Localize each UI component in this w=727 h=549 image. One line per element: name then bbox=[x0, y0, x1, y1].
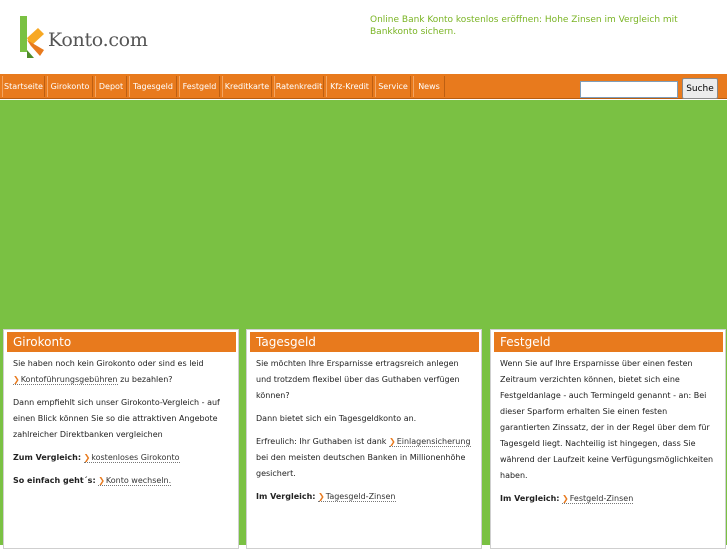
row-label: So einfach geht´s: bbox=[13, 476, 96, 485]
header-tagline: Online Bank Konto kostenlos eröffnen: Ho… bbox=[370, 15, 678, 37]
nav-item-news[interactable]: News bbox=[413, 76, 445, 97]
card-title: Tagesgeld bbox=[250, 332, 479, 352]
nav-item-festgeld[interactable]: Festgeld bbox=[179, 76, 220, 97]
link-festgeld-zinsen[interactable]: ❯Festgeld-Zinsen bbox=[562, 494, 634, 504]
header: Konto.com Online Bank Konto kostenlos er… bbox=[0, 0, 727, 74]
card-girokonto: Girokonto Sie haben noch kein Girokonto … bbox=[3, 329, 239, 549]
card-body: Sie möchten Ihre Ersparnisse ertragsreic… bbox=[256, 356, 474, 512]
logo-k-icon bbox=[20, 16, 44, 58]
card-link-row: Im Vergleich: ❯Tagesgeld-Zinsen bbox=[256, 489, 474, 505]
search-input[interactable] bbox=[580, 81, 678, 98]
card-link-row: Zum Vergleich: ❯kostenloses Girokonto bbox=[13, 450, 231, 466]
arrow-icon: ❯ bbox=[388, 437, 396, 446]
link-text: Kontoführungsgebühren bbox=[20, 375, 118, 384]
card-festgeld: Festgeld Wenn Sie auf Ihre Ersparnisse ü… bbox=[490, 329, 726, 549]
arrow-icon: ❯ bbox=[318, 492, 325, 501]
link-text: Konto wechseln. bbox=[105, 476, 172, 485]
card-paragraph: Sie haben noch kein Girokonto oder sind … bbox=[13, 356, 231, 388]
nav-item-kreditkarte[interactable]: Kreditkarte bbox=[222, 76, 272, 97]
search-button[interactable]: Suche bbox=[682, 78, 718, 99]
link-einlagensicherung[interactable]: ❯Einlagensicherung bbox=[388, 437, 471, 447]
arrow-icon: ❯ bbox=[98, 476, 105, 485]
card-title: Girokonto bbox=[7, 332, 236, 352]
paragraph-text: zu bezahlen? bbox=[120, 375, 173, 384]
link-text: Festgeld-Zinsen bbox=[569, 494, 634, 503]
paragraph-text: bei den meisten deutschen Banken in Mill… bbox=[256, 453, 466, 478]
link-konto-wechseln[interactable]: ❯Konto wechseln. bbox=[98, 476, 172, 486]
link-tagesgeld-zinsen[interactable]: ❯Tagesgeld-Zinsen bbox=[318, 492, 396, 502]
nav-item-depot[interactable]: Depot bbox=[95, 76, 127, 97]
card-paragraph: Dann bietet sich ein Tagesgeldkonto an. bbox=[256, 414, 417, 423]
arrow-icon: ❯ bbox=[83, 453, 91, 462]
card-paragraph: Wenn Sie auf Ihre Ersparnisse über einen… bbox=[500, 359, 714, 480]
card-body: Sie haben noch kein Girokonto oder sind … bbox=[13, 356, 231, 496]
card-paragraph: Erfreulich: Ihr Guthaben ist dank ❯Einla… bbox=[256, 434, 474, 482]
arrow-icon: ❯ bbox=[13, 375, 20, 384]
row-label: Im Vergleich: bbox=[500, 494, 560, 503]
nav-item-girokonto[interactable]: Girokonto bbox=[47, 76, 93, 97]
card-paragraph: Sie möchten Ihre Ersparnisse ertragsreic… bbox=[256, 359, 460, 400]
row-label: Zum Vergleich: bbox=[13, 453, 82, 462]
paragraph-text: Erfreulich: Ihr Guthaben ist dank bbox=[256, 437, 387, 446]
row-label: Im Vergleich: bbox=[256, 492, 316, 501]
card-link-row: So einfach geht´s: ❯Konto wechseln. bbox=[13, 473, 231, 489]
link-text: Einlagensicherung bbox=[396, 437, 471, 446]
link-kontofuehrungsgebuehren[interactable]: ❯Kontoführungsgebühren bbox=[13, 375, 118, 385]
card-tagesgeld: Tagesgeld Sie möchten Ihre Ersparnisse e… bbox=[246, 329, 482, 549]
site-logo[interactable]: Konto.com bbox=[20, 16, 150, 58]
card-link-row: Im Vergleich: ❯Festgeld-Zinsen bbox=[500, 491, 718, 507]
nav-item-ratenkredit[interactable]: Ratenkredit bbox=[274, 76, 324, 97]
link-kostenloses-girokonto[interactable]: ❯kostenloses Girokonto bbox=[83, 453, 180, 463]
card-body: Wenn Sie auf Ihre Ersparnisse über einen… bbox=[500, 356, 718, 514]
banner-area bbox=[0, 100, 727, 329]
arrow-icon: ❯ bbox=[562, 494, 569, 503]
nav-item-service[interactable]: Service bbox=[375, 76, 411, 97]
link-text: kostenloses Girokonto bbox=[91, 453, 180, 462]
paragraph-text: Sie haben noch kein Girokonto oder sind … bbox=[13, 359, 204, 368]
nav-item-tagesgeld[interactable]: Tagesgeld bbox=[129, 76, 177, 97]
card-title: Festgeld bbox=[494, 332, 723, 352]
card-paragraph: Dann empfiehlt sich unser Girokonto-Verg… bbox=[13, 398, 220, 439]
logo-text: Konto.com bbox=[48, 29, 148, 51]
nav-item-kfz-kredit[interactable]: Kfz-Kredit bbox=[326, 76, 373, 97]
link-text: Tagesgeld-Zinsen bbox=[325, 492, 396, 501]
nav-item-startseite[interactable]: Startseite bbox=[2, 76, 45, 97]
